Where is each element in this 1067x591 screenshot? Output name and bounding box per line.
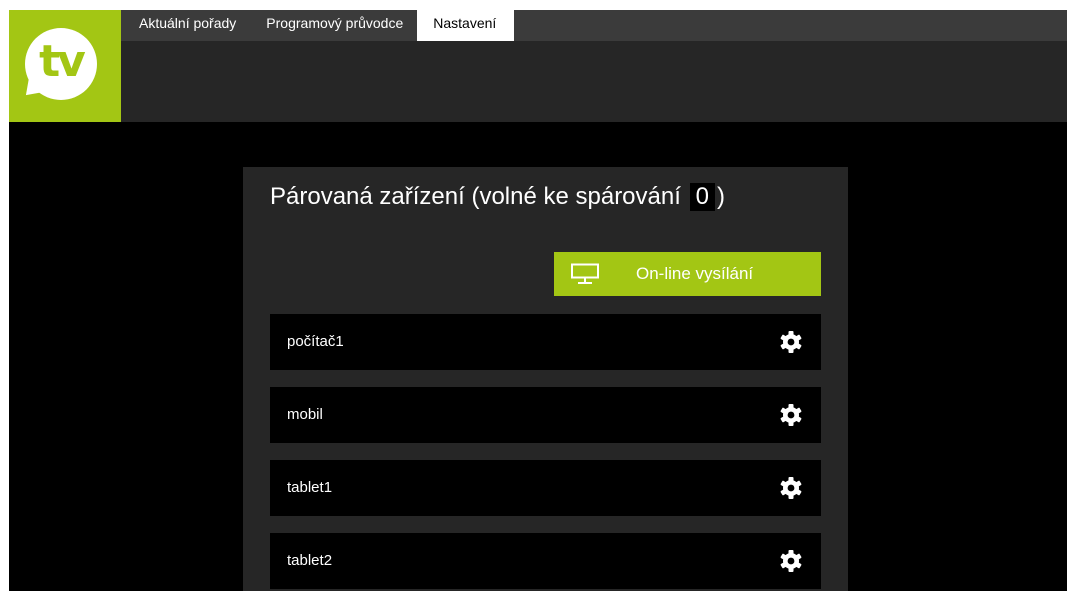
header-bar: Aktuální pořady Programový průvodce Nast… bbox=[121, 10, 1067, 122]
device-name: tablet1 bbox=[287, 479, 333, 496]
gear-icon[interactable] bbox=[779, 549, 803, 573]
device-name: počítač1 bbox=[287, 333, 344, 350]
paired-devices-panel: Párovaná zařízení (volné ke spárování 0)… bbox=[243, 167, 848, 591]
free-count-badge: 0 bbox=[689, 183, 715, 211]
gear-icon[interactable] bbox=[779, 403, 803, 427]
gear-icon[interactable] bbox=[779, 330, 803, 354]
device-row-tablet2[interactable]: tablet2 bbox=[270, 533, 821, 589]
device-list: počítač1 mobil tablet1 tablet2 bbox=[270, 314, 821, 591]
logo-text: tv bbox=[39, 36, 86, 87]
app-window: tv Aktuální pořady Programový průvodce N… bbox=[9, 10, 1067, 591]
device-row-pocitac1[interactable]: počítač1 bbox=[270, 314, 821, 370]
logo[interactable]: tv bbox=[9, 10, 121, 122]
device-row-mobil[interactable]: mobil bbox=[270, 387, 821, 443]
nav-tabs: Aktuální pořady Programový průvodce Nast… bbox=[121, 10, 1067, 41]
online-broadcast-label: On-line vysílání bbox=[636, 264, 754, 283]
device-name: tablet2 bbox=[287, 552, 333, 569]
device-row-tablet1[interactable]: tablet1 bbox=[270, 460, 821, 516]
page-title: Párovaná zařízení (volné ke spárování 0) bbox=[270, 183, 725, 211]
tab-aktualni-porady[interactable]: Aktuální pořady bbox=[121, 10, 248, 41]
device-name: mobil bbox=[287, 406, 323, 423]
monitor-icon bbox=[571, 263, 599, 284]
page-title-close: ) bbox=[716, 183, 725, 210]
online-broadcast-button[interactable]: On-line vysílání bbox=[554, 252, 821, 296]
tab-programovy-pruvodce[interactable]: Programový průvodce bbox=[248, 10, 417, 41]
tab-nastaveni[interactable]: Nastavení bbox=[417, 10, 515, 41]
page-title-text: Párovaná zařízení (volné ke spárování bbox=[270, 183, 681, 210]
gear-icon[interactable] bbox=[779, 476, 803, 500]
